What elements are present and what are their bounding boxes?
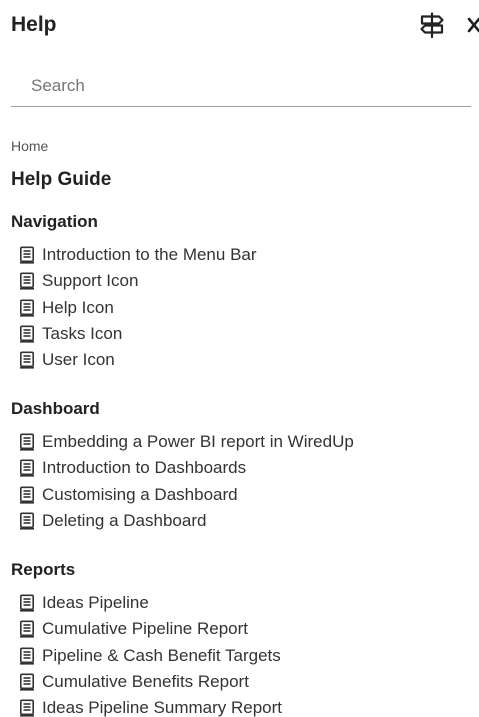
article-icon — [19, 246, 34, 264]
help-title: Help — [11, 13, 57, 36]
item-label: Pipeline & Cash Benefit Targets — [42, 645, 281, 665]
article-icon — [19, 620, 34, 639]
list-item[interactable]: User Icon — [11, 347, 471, 373]
item-label: Introduction to the Menu Bar — [42, 245, 257, 265]
breadcrumb-home[interactable]: Home — [11, 137, 48, 155]
signpost-button[interactable] — [418, 11, 446, 39]
article-icon — [19, 486, 34, 504]
item-label: Ideas Pipeline Summary Report — [42, 698, 283, 717]
item-label: Ideas Pipeline — [42, 593, 149, 613]
section-reports: Reports Ideas Pipeline Cumulative Pipeli… — [11, 559, 471, 717]
list-item[interactable]: Cumulative Pipeline Report — [11, 616, 471, 642]
list-item[interactable]: Customising a Dashboard — [11, 482, 471, 508]
list-item[interactable]: Introduction to the Menu Bar — [11, 242, 471, 268]
section-dashboard: Dashboard Embedding a Power BI report in… — [11, 398, 471, 534]
item-label: Customising a Dashboard — [42, 484, 238, 504]
section-heading: Dashboard — [11, 399, 100, 418]
item-label: Tasks Icon — [42, 324, 123, 344]
list-item[interactable]: Pipeline & Cash Benefit Targets — [11, 643, 471, 669]
article-list: Embedding a Power BI report in WiredUp I… — [11, 429, 471, 534]
article-icon — [19, 299, 34, 317]
close-button[interactable] — [465, 13, 479, 37]
article-list: Introduction to the Menu Bar Support Ico… — [11, 242, 471, 373]
article-icon — [19, 325, 34, 343]
list-item[interactable]: Support Icon — [11, 268, 471, 294]
search-box — [11, 68, 471, 107]
guide-title: Help Guide — [11, 169, 112, 190]
article-icon — [19, 433, 34, 451]
item-label: Introduction to Dashboards — [42, 458, 247, 478]
item-label: Deleting a Dashboard — [42, 511, 207, 531]
article-icon — [19, 673, 34, 691]
list-item[interactable]: Introduction to Dashboards — [11, 455, 471, 481]
item-label: Help Icon — [42, 297, 114, 317]
list-item[interactable]: Tasks Icon — [11, 321, 471, 347]
article-icon — [19, 459, 34, 478]
list-item[interactable]: Embedding a Power BI report in WiredUp — [11, 429, 471, 455]
article-icon — [19, 647, 34, 665]
section-heading: Reports — [11, 560, 76, 579]
item-label: Cumulative Pipeline Report — [42, 619, 248, 639]
signpost-icon — [420, 12, 444, 39]
section-heading: Navigation — [11, 212, 98, 231]
article-icon — [19, 351, 34, 369]
list-item[interactable]: Ideas Pipeline Summary Report — [11, 695, 471, 717]
section-navigation: Navigation Introduction to the Menu Bar … — [11, 211, 471, 373]
article-icon — [19, 512, 34, 530]
article-icon — [19, 699, 34, 717]
item-label: Embedding a Power BI report in WiredUp — [42, 432, 354, 452]
help-panel: Help Home Help Guide Naviga — [0, 0, 479, 717]
article-list: Ideas Pipeline Cumulative Pipeline Repor… — [11, 590, 471, 717]
list-item[interactable]: Cumulative Benefits Report — [11, 669, 471, 695]
item-label: Support Icon — [42, 271, 139, 291]
list-item[interactable]: Ideas Pipeline — [11, 590, 471, 616]
close-icon — [467, 17, 479, 33]
search-input[interactable] — [11, 68, 471, 104]
list-item[interactable]: Deleting a Dashboard — [11, 508, 471, 534]
article-icon — [19, 594, 34, 612]
list-item[interactable]: Help Icon — [11, 295, 471, 321]
article-icon — [19, 272, 34, 291]
help-header: Help — [0, 0, 479, 50]
item-label: Cumulative Benefits Report — [42, 672, 249, 692]
item-label: User Icon — [42, 350, 115, 370]
